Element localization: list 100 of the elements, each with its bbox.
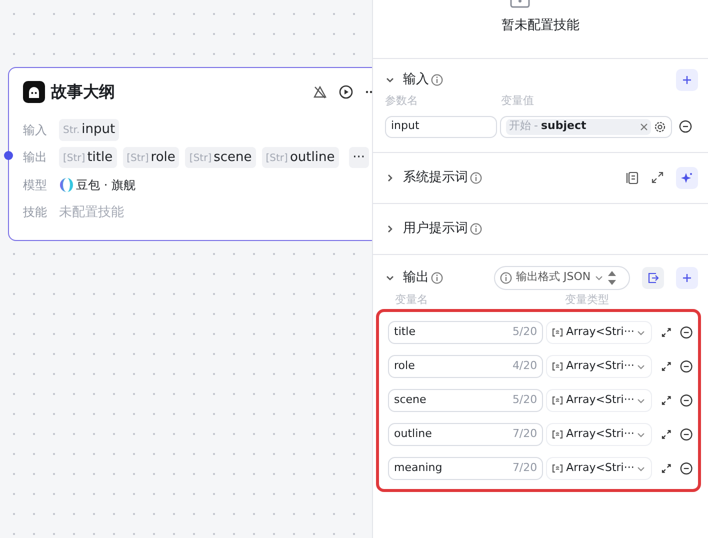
field-label: 输入 [23, 122, 48, 139]
node-title: 故事大纲 [51, 81, 115, 103]
output-name-field[interactable]: title 5/20 [388, 321, 544, 344]
chevron-right-icon[interactable] [385, 172, 395, 182]
output-name: title [394, 324, 416, 340]
type-name: Array<Stri··· [566, 426, 634, 442]
type-select[interactable]: Array<Stri··· [546, 457, 652, 480]
library-icon[interactable] [625, 170, 639, 184]
column-label: 参数名 [385, 93, 419, 109]
model-logo-icon [59, 176, 73, 193]
expand-icon[interactable] [651, 171, 664, 184]
settings-icon[interactable] [654, 120, 666, 132]
caret-icon [637, 430, 646, 438]
caret-icon [637, 328, 646, 336]
ai-optimize-button[interactable] [676, 166, 698, 188]
remove-icon[interactable] [680, 394, 693, 407]
variable-name: subject [540, 118, 586, 134]
info-icon [470, 222, 482, 234]
brackets-icon [552, 464, 564, 473]
chevron-right-icon[interactable] [385, 224, 395, 234]
caret-icon [637, 362, 646, 370]
remove-icon[interactable] [680, 462, 693, 475]
model-name: 豆包 · 旗舰 [76, 176, 136, 194]
output-name-field[interactable]: outline 7/20 [388, 423, 544, 446]
stepper-icon [606, 270, 617, 286]
brackets-icon [552, 362, 564, 371]
expand-icon[interactable] [660, 327, 672, 338]
section-title[interactable]: 输出 [403, 268, 429, 288]
info-icon [431, 74, 443, 86]
import-button[interactable] [642, 266, 664, 288]
variable-separator: - [534, 118, 538, 134]
output-name-field[interactable]: scene 5/20 [388, 389, 544, 412]
section-title[interactable]: 用户提示词 [403, 218, 468, 238]
more-tag[interactable]: ··· [348, 146, 369, 168]
param-tag: [Str]scene [185, 146, 256, 168]
type-select[interactable]: Array<Stri··· [546, 321, 652, 344]
param-tag: [Str]role [122, 146, 180, 168]
expand-icon[interactable] [660, 361, 672, 372]
info-icon [500, 272, 512, 284]
param-name-field[interactable]: input [385, 116, 497, 138]
column-label: 变量名 [394, 292, 429, 308]
output-name: meaning [394, 460, 442, 476]
section-title[interactable]: 输入 [403, 70, 429, 90]
remove-icon[interactable] [680, 360, 693, 373]
type-name: Array<Stri··· [566, 358, 634, 374]
caret-icon [594, 274, 603, 282]
field-label: 输出 [23, 149, 48, 166]
expand-icon[interactable] [660, 463, 672, 474]
expand-icon[interactable] [660, 395, 672, 406]
char-count: 5/20 [512, 324, 538, 340]
brackets-icon [552, 328, 564, 337]
add-button[interactable] [676, 69, 698, 91]
caret-icon [637, 396, 646, 404]
char-count: 4/20 [512, 358, 538, 374]
skill-box-icon [508, 0, 530, 8]
type-name: Array<Stri··· [566, 392, 634, 408]
output-name: role [394, 358, 415, 374]
chevron-down-icon[interactable] [385, 75, 395, 85]
brackets-icon [552, 396, 564, 405]
sparkle-icon [681, 172, 693, 184]
param-tag: [Str]title [59, 146, 117, 168]
section-title[interactable]: 系统提示词 [403, 168, 468, 188]
remove-icon[interactable] [680, 428, 693, 441]
remove-icon[interactable] [680, 326, 693, 339]
field-label: 模型 [23, 176, 48, 194]
output-name-field[interactable]: meaning 7/20 [388, 457, 544, 480]
output-name: scene [394, 392, 426, 408]
field-label: 技能 [23, 204, 48, 222]
run-icon[interactable] [339, 85, 353, 99]
clear-icon[interactable] [640, 122, 648, 130]
char-count: 5/20 [512, 392, 538, 408]
plus-icon [682, 272, 692, 282]
info-icon [431, 272, 443, 284]
format-select[interactable]: 输出格式 JSON [494, 266, 630, 290]
empty-skills-text: 暂未配置技能 [502, 17, 580, 35]
type-name: Array<Stri··· [566, 460, 634, 476]
param-tag: Str.input [59, 119, 120, 140]
char-count: 7/20 [512, 426, 538, 442]
param-tag: [Str]outline [262, 146, 339, 168]
remove-icon[interactable] [679, 120, 692, 133]
plus-icon [682, 75, 692, 85]
expand-icon[interactable] [660, 429, 672, 440]
alert-off-icon[interactable] [313, 85, 327, 99]
skills-value: 未配置技能 [59, 204, 124, 222]
output-name-field[interactable]: role 4/20 [388, 355, 544, 378]
caret-icon [637, 464, 646, 472]
variable-source: 开始 [509, 118, 531, 134]
type-name: Array<Stri··· [566, 324, 634, 340]
brackets-icon [552, 430, 564, 439]
add-button[interactable] [676, 266, 698, 288]
char-count: 7/20 [512, 460, 538, 476]
variable-value-field[interactable]: 开始 - subject [500, 116, 672, 138]
ghost-icon [27, 85, 41, 99]
info-icon [470, 172, 482, 184]
type-select[interactable]: Array<Stri··· [546, 423, 652, 446]
connection-port[interactable] [4, 151, 13, 160]
import-icon [647, 272, 659, 284]
type-select[interactable]: Array<Stri··· [546, 355, 652, 378]
output-name: outline [394, 426, 432, 442]
type-select[interactable]: Array<Stri··· [546, 389, 652, 412]
